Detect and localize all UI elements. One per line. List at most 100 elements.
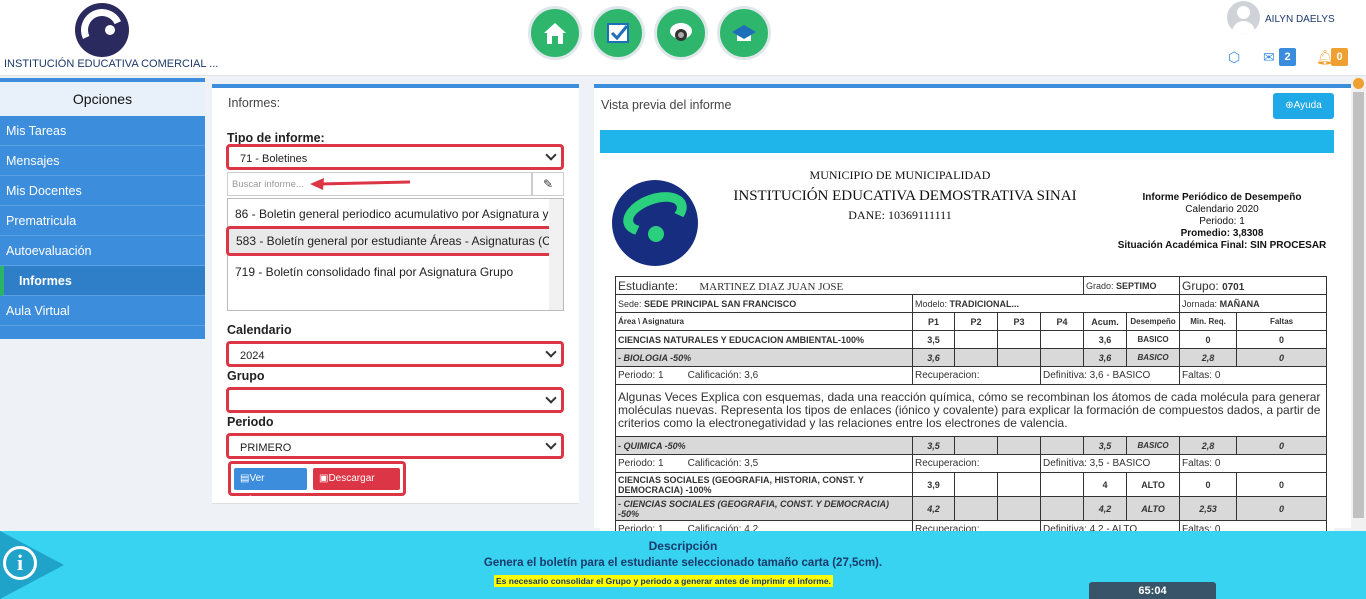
grupo-label-doc: Grupo: <box>1182 278 1219 293</box>
sede-cell: Sede: SEDE PRINCIPAL SAN FRANCISCO <box>615 294 913 313</box>
chevron-down-icon <box>545 392 557 404</box>
table-row: Periodo: 1 Calificación: 3,5 Recuperacion… <box>615 454 1328 473</box>
help-button[interactable]: ⊕Ayuda <box>1273 93 1334 119</box>
scroll-up-icon[interactable] <box>1353 78 1364 89</box>
report-periodo: Periodo: 1 <box>1199 216 1245 227</box>
grades-table: Estudiante: MARTINEZ DIAZ JUAN JOSE Grad… <box>614 276 1328 532</box>
grupo-select[interactable] <box>226 387 564 413</box>
header-p4: P4 <box>1039 312 1085 331</box>
report-promedio: Promedio: 3,8308 <box>1180 228 1264 239</box>
list-item-selected[interactable]: 583 - Boletín general por estudiante Áre… <box>226 226 560 256</box>
report-form-panel: Informes: Tipo de informe: 71 - Boletine… <box>212 84 579 506</box>
area-name: CIENCIAS SOCIALES (GEOGRAFIA, HISTORIA, … <box>615 472 913 497</box>
tipo-informe-select[interactable]: 71 - Boletines <box>226 144 564 170</box>
header-min-req: Min. Req. <box>1179 312 1238 331</box>
task-check-icon[interactable] <box>591 6 645 60</box>
top-bar: INSTITUCIÓN EDUCATIVA COMERCIAL ... AILY… <box>0 0 1366 76</box>
periodo-value: PRIMERO <box>240 442 292 454</box>
session-timer: 65:04 <box>1089 582 1216 599</box>
grupo-value-doc: 0701 <box>1222 281 1245 293</box>
report-list[interactable]: 86 - Boletin general periodico acumulati… <box>226 198 564 311</box>
calendario-label: Calendario <box>227 323 292 337</box>
detail-cell: Periodo: 1 Calificación: 3,6 <box>615 366 913 385</box>
envelope-icon[interactable]: ✉ <box>1263 49 1275 66</box>
footer-note: Es necesario consolidar el Grupo y perio… <box>494 575 833 587</box>
report-document[interactable]: MUNICIPIO DE MUNICIPALIDAD INSTITUCIÓN E… <box>600 156 1334 532</box>
panel-title: Informes: <box>228 96 281 110</box>
report-situacion: Situación Académica Final: SIN PROCESAR <box>1117 240 1327 251</box>
calendario-select[interactable]: 2024 <box>226 341 564 367</box>
tipo-informe-value: 71 - Boletines <box>240 153 308 165</box>
sidebar: Opciones Mis Tareas Mensajes Mis Docente… <box>0 78 205 339</box>
grade-p1: 3,5 <box>912 436 955 455</box>
page-scrollbar[interactable] <box>1351 76 1366 530</box>
ver-informe-button[interactable]: ▤Ver Informe <box>234 468 307 506</box>
table-row: Periodo: 1 Calificación: 3,6 Recuperacion… <box>615 366 1328 385</box>
periodo-select[interactable]: PRIMERO <box>226 433 564 459</box>
jornada-cell: Jornada: MAÑANA <box>1179 294 1328 313</box>
avatar[interactable] <box>1227 1 1260 34</box>
camera-icon[interactable] <box>654 6 708 60</box>
detail-faltas: Faltas: 0 <box>1179 366 1328 385</box>
table-row: CIENCIAS NATURALES Y EDUCACION AMBIENTAL… <box>615 330 1328 349</box>
faltas: 0 <box>1236 496 1328 521</box>
header-faltas: Faltas <box>1236 312 1328 331</box>
min-req: 2,8 <box>1179 348 1238 367</box>
chevron-down-icon <box>545 438 557 450</box>
grade-acum: 3,5 <box>1083 436 1128 455</box>
list-scrollbar[interactable] <box>549 199 563 310</box>
plus-circle-icon: ⊕ <box>1285 100 1294 111</box>
grado-label: Grado: <box>1086 280 1114 291</box>
header-acum: Acum. <box>1083 312 1128 331</box>
eraser-button[interactable]: ✎ <box>532 172 564 196</box>
dane: DANE: 10369111111 <box>848 208 952 222</box>
scrollbar-thumb[interactable] <box>1353 92 1364 518</box>
sidebar-item-informes[interactable]: Informes <box>0 266 205 296</box>
detail-cell: Periodo: 1 Calificación: 3,5 <box>615 454 913 473</box>
sidebar-item-aula-virtual[interactable]: Aula Virtual <box>0 296 205 326</box>
list-item[interactable]: 86 - Boletin general periodico acumulati… <box>228 199 550 229</box>
preview-toolbar <box>600 130 1334 153</box>
header-p2: P2 <box>954 312 998 331</box>
sidebar-item-prematricula[interactable]: Prematricula <box>0 206 205 236</box>
desempeno: BASICO <box>1126 330 1181 349</box>
min-req: 0 <box>1179 472 1238 497</box>
user-name[interactable]: AILYN DAELYS <box>1265 14 1335 25</box>
institution-name[interactable]: INSTITUCIÓN EDUCATIVA COMERCIAL ... <box>4 58 218 70</box>
notifications-badge[interactable]: 0 <box>1331 48 1348 66</box>
cube-icon[interactable]: ⬡ <box>1228 49 1240 66</box>
sidebar-item-mis-docentes[interactable]: Mis Docentes <box>0 176 205 206</box>
table-header-row: Área \ Asignatura P1 P2 P3 P4 Acum. Dese… <box>615 312 1328 331</box>
table-row: - QUIMICA -50% 3,5 3,5 BASICO 2,8 0 <box>615 436 1328 455</box>
jornada-label: Jornada: <box>1182 298 1218 309</box>
estudiante-name: MARTINEZ DIAZ JUAN JOSE <box>699 280 844 293</box>
grado-value: SEPTIMO <box>1116 280 1157 291</box>
graduation-cap-icon[interactable] <box>717 6 771 60</box>
grade-p1: 3,9 <box>912 472 955 497</box>
faltas: 0 <box>1236 472 1328 497</box>
descargar-pdf-button[interactable]: ▣Descargar PDF <box>313 468 400 506</box>
messages-badge[interactable]: 2 <box>1279 48 1296 66</box>
municipio: MUNICIPIO DE MUNICIPALIDAD <box>809 168 991 182</box>
sidebar-item-mensajes[interactable]: Mensajes <box>0 146 205 176</box>
sidebar-item-mis-tareas[interactable]: Mis Tareas <box>0 116 205 146</box>
home-icon[interactable] <box>528 6 582 60</box>
detail-recuperacion: Recuperacion: <box>912 454 1041 473</box>
grade-p1: 4,2 <box>912 496 955 521</box>
detail-periodo: Periodo: 1 <box>618 458 664 469</box>
institucion: INSTITUCIÓN EDUCATIVA DEMOSTRATIVA SINAI <box>733 188 1077 204</box>
detail-faltas: Faltas: 0 <box>1179 454 1328 473</box>
area-name: CIENCIAS NATURALES Y EDUCACION AMBIENTAL… <box>615 330 913 349</box>
chevron-down-icon <box>545 149 557 161</box>
grade-acum: 3,6 <box>1083 348 1128 367</box>
header-p3: P3 <box>997 312 1041 331</box>
table-row: - CIENCIAS SOCIALES (GEOGRAFIA, CONST. Y… <box>615 496 1328 521</box>
subject-name: - CIENCIAS SOCIALES (GEOGRAFIA, CONST. Y… <box>615 496 913 521</box>
institution-logo[interactable] <box>75 3 129 57</box>
grupo-cell: Grupo: 0701 <box>1179 276 1328 295</box>
arrow-left-icon <box>310 178 410 190</box>
sidebar-title: Opciones <box>0 78 205 116</box>
sidebar-item-autoevaluacion[interactable]: Autoevaluación <box>0 236 205 266</box>
detail-calificacion: Calificación: 3,6 <box>687 370 759 381</box>
list-item[interactable]: 719 - Boletín consolidado final por Asig… <box>228 257 550 287</box>
